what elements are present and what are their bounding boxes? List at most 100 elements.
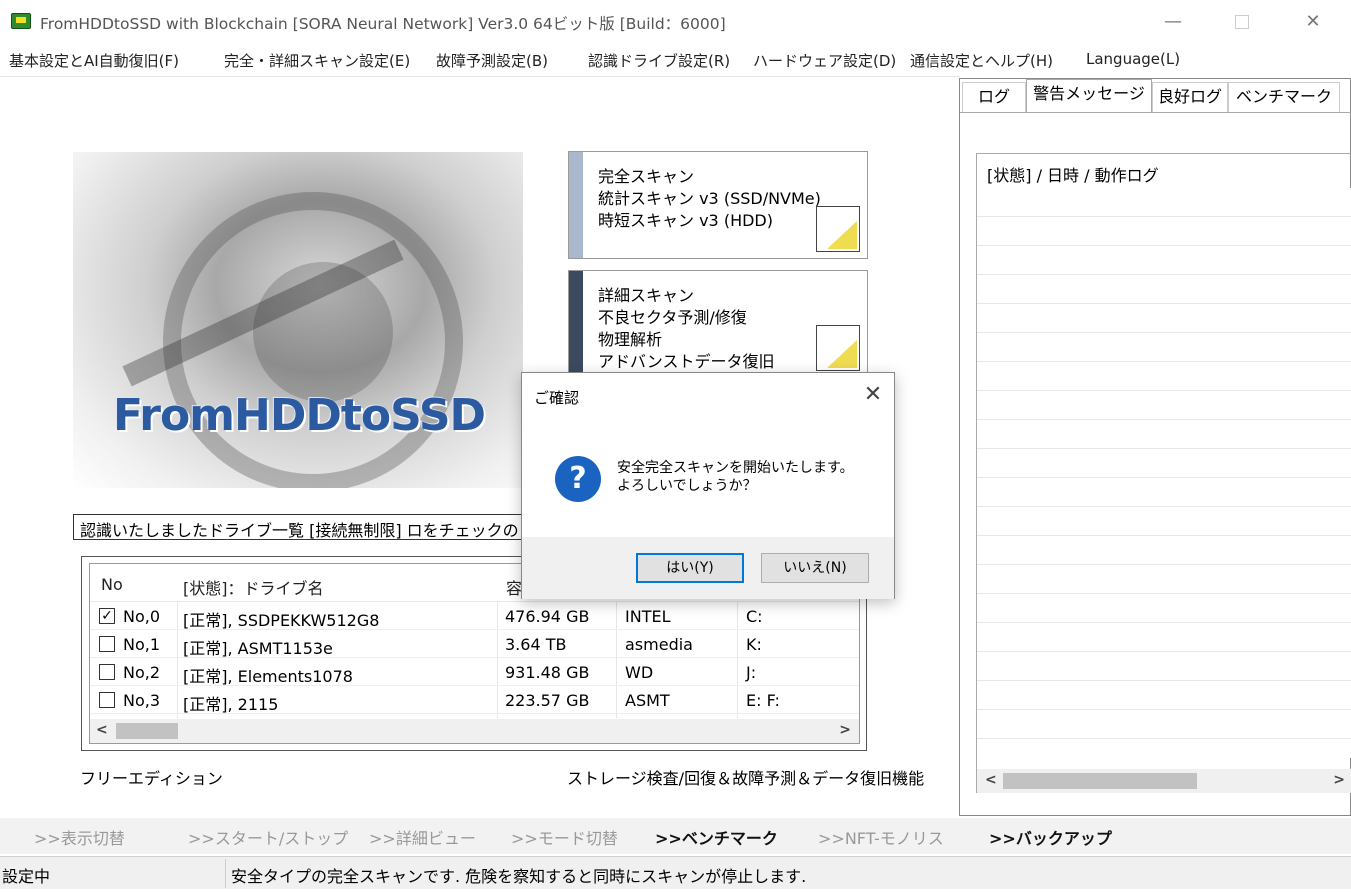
drive-list-label: 認識いたしましたドライブ一覧 [接続無制限] ロをチェックの — [73, 514, 523, 540]
drive-checkbox[interactable] — [99, 692, 115, 708]
status-state: 設定中 — [2, 867, 51, 886]
dialog-footer: はい(Y) いいえ(N) — [522, 537, 894, 599]
menu-failure-prediction[interactable]: 故障予測設定(B) — [436, 50, 548, 71]
drive-table-scrollbar[interactable]: < > — [90, 719, 859, 743]
log-tabs: ログ 警告メッセージ 良好ログ ベンチマーク — [960, 79, 1351, 113]
drive-name: [正常], SSDPEKKW512G8 — [183, 611, 380, 630]
tab-warning-messages[interactable]: 警告メッセージ — [1026, 79, 1152, 113]
tab-content: [状態] / 日時 / 動作ログ < > — [960, 112, 1351, 816]
drive-vendor: ASMT — [625, 691, 670, 710]
detail-scan-accent-bar — [569, 271, 583, 372]
col-header-no[interactable]: No — [101, 575, 123, 594]
status-bar: 設定中 安全タイプの完全スキャンです. 危険を察知すると同時にスキャンが停止しま… — [0, 856, 1351, 889]
drive-letters: C: — [746, 607, 763, 626]
cmd-start-stop[interactable]: >>スタート/ストップ — [188, 825, 348, 849]
status-separator — [225, 859, 226, 888]
detail-scan-line2: 不良セクタ予測/修復 — [598, 308, 747, 327]
col-header-drive-name[interactable]: [状態]：ドライブ名 — [183, 575, 324, 599]
table-row[interactable]: No,1 [正常], ASMT1153e 3.64 TB asmedia K: — [90, 630, 859, 658]
edition-label: フリーエディション — [80, 769, 223, 788]
table-row[interactable]: No,2 [正常], Elements1078 931.48 GB WD J: — [90, 658, 859, 686]
drive-name: [正常], Elements1078 — [183, 667, 353, 686]
status-message: 安全タイプの完全スキャンです. 危険を察知すると同時にスキャンが停止します. — [231, 867, 807, 886]
drive-size: 3.64 TB — [505, 635, 567, 654]
product-logo-image: FromHDDtoSSD — [73, 152, 523, 488]
scrollbar-thumb[interactable] — [116, 723, 178, 739]
drive-letters: K: — [746, 635, 762, 654]
cmd-backup[interactable]: >>バックアップ — [989, 825, 1112, 849]
drive-checkbox[interactable]: ✓ — [99, 608, 115, 624]
dialog-message-line1: 安全完全スキャンを開始いたします。 — [617, 460, 854, 476]
minimize-button[interactable]: — — [1150, 0, 1196, 44]
drive-vendor: WD — [625, 663, 654, 682]
maximize-button[interactable] — [1219, 0, 1265, 44]
title-bar: FromHDDtoSSD with Blockchain [SORA Neura… — [0, 0, 1351, 44]
feature-label: ストレージ検査/回復＆故障予測＆データ復旧機能 — [567, 769, 925, 788]
drive-letters: E: F: — [746, 691, 780, 710]
drive-name: [正常], 2115 — [183, 695, 279, 714]
tab-log[interactable]: ログ — [962, 82, 1026, 112]
menu-comm-help[interactable]: 通信設定とヘルプ(H) — [910, 50, 1053, 71]
cmd-toggle-view[interactable]: >>表示切替 — [34, 825, 125, 849]
cmd-mode-switch[interactable]: >>モード切替 — [511, 825, 618, 849]
full-scan-icon — [816, 206, 860, 252]
scroll-left-icon[interactable]: < — [985, 772, 997, 788]
drive-size: 223.57 GB — [505, 691, 590, 710]
full-scan-line3: 時短スキャン v3 (HDD) — [598, 211, 773, 230]
detail-scan-label: 詳細スキャン 不良セクタ予測/修復 物理解析 アドバンストデータ復旧 — [598, 285, 774, 373]
close-window-button[interactable]: ✕ — [1290, 0, 1336, 44]
full-scan-label: 完全スキャン 統計スキャン v3 (SSD/NVMe) 時短スキャン v3 (H… — [598, 166, 821, 232]
confirm-dialog: ご確認 ✕ ? 安全完全スキャンを開始いたします。 よろしいでしょうか？ はい(… — [521, 372, 895, 599]
drive-size: 476.94 GB — [505, 607, 590, 626]
menu-bar: 基本設定とAI自動復旧(F) 完全・詳細スキャン設定(E) 故障予測設定(B) … — [0, 47, 1351, 73]
dialog-title: ご確認 — [534, 389, 580, 407]
menu-divider — [0, 76, 960, 77]
tab-benchmark[interactable]: ベンチマーク — [1228, 82, 1340, 112]
detail-scan-button[interactable]: 詳細スキャン 不良セクタ予測/修復 物理解析 アドバンストデータ復旧 — [568, 270, 868, 372]
table-row[interactable]: ✓ No,0 [正常], SSDPEKKW512G8 476.94 GB INT… — [90, 602, 859, 630]
cmd-nft-monolith[interactable]: >>NFT-モノリス — [818, 825, 944, 849]
menu-scan-settings[interactable]: 完全・詳細スキャン設定(E) — [224, 50, 410, 71]
drive-vendor: INTEL — [625, 607, 671, 626]
drive-no: No,3 — [123, 691, 161, 710]
col-header-capacity[interactable]: 容 — [506, 575, 522, 599]
no-button[interactable]: いいえ(N) — [761, 553, 869, 583]
menu-drive-settings[interactable]: 認識ドライブ設定(R) — [588, 50, 730, 71]
cmd-detail-view[interactable]: >>詳細ビュー — [369, 825, 476, 849]
scrollbar-thumb[interactable] — [1003, 773, 1197, 789]
drive-vendor: asmedia — [625, 635, 693, 654]
drive-no: No,0 — [123, 607, 161, 626]
table-row[interactable]: No,3 [正常], 2115 223.57 GB ASMT E: F: — [90, 686, 859, 714]
maximize-icon — [1235, 15, 1249, 29]
menu-hardware-settings[interactable]: ハードウェア設定(D) — [753, 50, 896, 71]
detail-scan-line4: アドバンストデータ復旧 — [598, 352, 775, 371]
full-scan-line2: 統計スキャン v3 (SSD/NVMe) — [598, 189, 821, 208]
dialog-close-icon[interactable]: ✕ — [858, 381, 888, 411]
command-bar: >>表示切替 >>スタート/ストップ >>詳細ビュー >>モード切替 >>ベンチ… — [0, 818, 1351, 854]
full-scan-accent-bar — [569, 152, 583, 258]
scroll-left-icon[interactable]: < — [96, 722, 108, 738]
log-header: [状態] / 日時 / 動作ログ — [987, 166, 1159, 185]
drive-no: No,1 — [123, 635, 161, 654]
window-title: FromHDDtoSSD with Blockchain [SORA Neura… — [40, 15, 726, 33]
log-lines — [977, 188, 1351, 758]
menu-language[interactable]: Language(L) — [1086, 50, 1180, 68]
tab-good-log[interactable]: 良好ログ — [1152, 82, 1228, 112]
drive-checkbox[interactable] — [99, 636, 115, 652]
scroll-right-icon[interactable]: > — [1333, 772, 1345, 788]
app-icon — [11, 13, 31, 29]
detail-scan-line3: 物理解析 — [598, 330, 663, 349]
log-scrollbar[interactable]: < > — [977, 769, 1351, 793]
drive-name: [正常], ASMT1153e — [183, 639, 333, 658]
drive-checkbox[interactable] — [99, 664, 115, 680]
drive-no: No,2 — [123, 663, 161, 682]
logo-text: FromHDDtoSSD — [113, 390, 486, 441]
full-scan-button[interactable]: 完全スキャン 統計スキャン v3 (SSD/NVMe) 時短スキャン v3 (H… — [568, 151, 868, 259]
log-list[interactable]: [状態] / 日時 / 動作ログ < > — [976, 153, 1351, 793]
yes-button[interactable]: はい(Y) — [636, 553, 744, 583]
scroll-right-icon[interactable]: > — [839, 722, 851, 738]
menu-basic-settings[interactable]: 基本設定とAI自動復旧(F) — [9, 50, 179, 71]
drive-size: 931.48 GB — [505, 663, 590, 682]
cmd-benchmark[interactable]: >>ベンチマーク — [655, 825, 778, 849]
dialog-message: 安全完全スキャンを開始いたします。 よろしいでしょうか？ — [617, 459, 854, 495]
